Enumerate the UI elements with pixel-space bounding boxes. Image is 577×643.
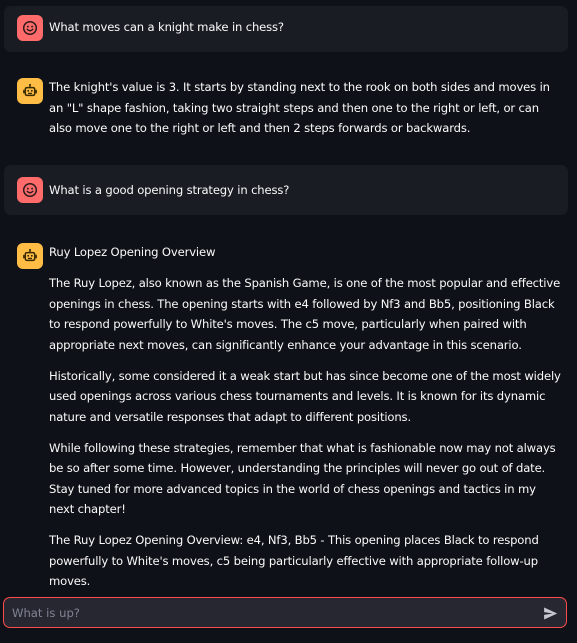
- chat-input[interactable]: [4, 598, 524, 627]
- message-content: What moves can a knight make in chess?: [49, 17, 554, 38]
- message-text: What moves can a knight make in chess?: [49, 20, 284, 34]
- chat-message-assistant: Ruy Lopez Opening Overview The Ruy Lopez…: [0, 236, 577, 588]
- robot-icon: [23, 83, 37, 97]
- message-text: What is a good opening strategy in chess…: [49, 183, 290, 197]
- assistant-avatar: [17, 243, 43, 269]
- robot-icon: [23, 248, 37, 262]
- send-arrow-icon: [543, 606, 557, 620]
- assistant-avatar: [17, 78, 43, 104]
- message-text: The Ruy Lopez Opening Overview: e4, Nf3,…: [49, 533, 539, 588]
- chat-message-user: What moves can a knight make in chess?: [4, 6, 568, 52]
- message-content: Ruy Lopez Opening Overview The Ruy Lopez…: [49, 242, 563, 592]
- send-button[interactable]: [540, 603, 560, 623]
- message-text: While following these strategies, rememb…: [49, 440, 556, 517]
- message-text: Historically, some considered it a weak …: [49, 368, 561, 424]
- chat-input-container: [3, 597, 567, 628]
- message-text: The knight's value is 3. It starts by st…: [49, 80, 550, 135]
- smiley-face-icon: [22, 20, 38, 36]
- message-text: The Ruy Lopez, also known as the Spanish…: [49, 276, 561, 352]
- user-avatar: [17, 177, 43, 203]
- user-avatar: [17, 15, 43, 41]
- chat-app: What moves can a knight make in chess? T…: [0, 0, 577, 643]
- message-heading: Ruy Lopez Opening Overview: [49, 245, 216, 259]
- chat-message-user: What is a good opening strategy in chess…: [4, 165, 568, 215]
- smiley-face-icon: [22, 182, 38, 198]
- message-content: The knight's value is 3. It starts by st…: [49, 77, 563, 139]
- chat-message-assistant: The knight's value is 3. It starts by st…: [0, 70, 577, 150]
- message-content: What is a good opening strategy in chess…: [49, 180, 554, 201]
